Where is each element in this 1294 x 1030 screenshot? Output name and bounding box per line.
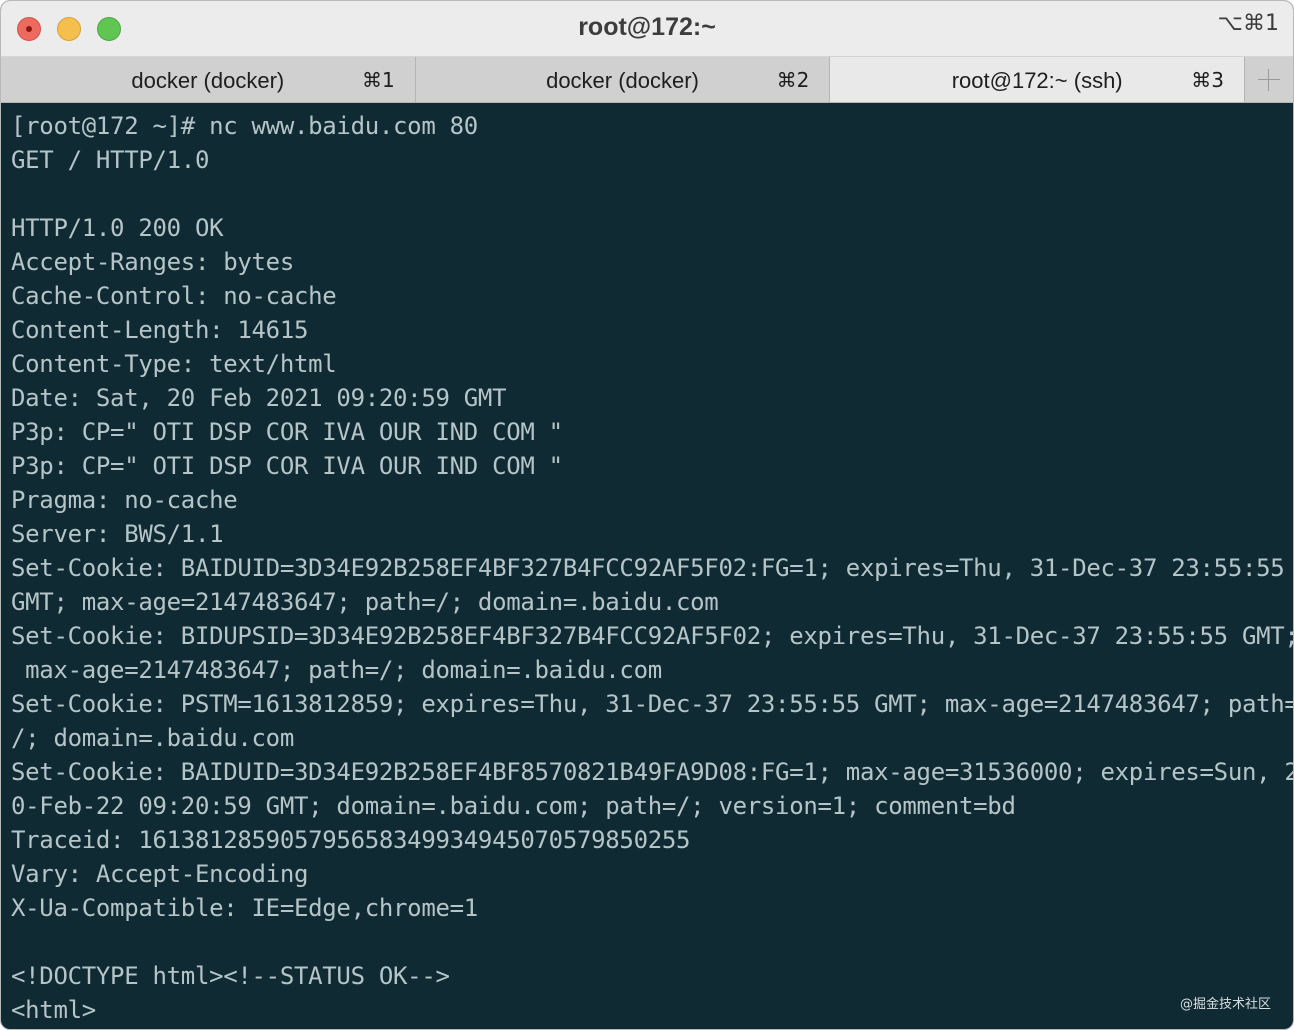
terminal-line: Set-Cookie: PSTM=1613812859; expires=Thu… bbox=[11, 690, 1294, 718]
terminal-line: Accept-Ranges: bytes bbox=[11, 248, 294, 276]
window-shortcut: ⌥⌘1 bbox=[1217, 11, 1279, 36]
tab-docker-2[interactable]: docker (docker) ⌘2 bbox=[415, 57, 831, 102]
terminal-line: [root@172 ~]# nc www.baidu.com 80 bbox=[11, 112, 478, 140]
terminal-line: HTTP/1.0 200 OK bbox=[11, 214, 224, 242]
new-tab-button[interactable] bbox=[1245, 57, 1293, 102]
window-title: root@172:~ bbox=[578, 13, 716, 41]
terminal-line: X-Ua-Compatible: IE=Edge,chrome=1 bbox=[11, 894, 478, 922]
tab-docker-1[interactable]: docker (docker) ⌘1 bbox=[1, 57, 416, 102]
terminal-line: <!DOCTYPE html><!--STATUS OK--> bbox=[11, 962, 450, 990]
terminal-line: GET / HTTP/1.0 bbox=[11, 146, 210, 174]
watermark: @掘金技术社区 bbox=[1179, 997, 1271, 1012]
title-bar: root@172:~ ⌥⌘1 bbox=[1, 1, 1293, 57]
terminal-line: /; domain=.baidu.com bbox=[11, 724, 294, 752]
terminal-line: P3p: CP=" OTI DSP COR IVA OUR IND COM " bbox=[11, 452, 563, 480]
terminal-line: Server: BWS/1.1 bbox=[11, 520, 224, 548]
terminal-line: 0-Feb-22 09:20:59 GMT; domain=.baidu.com… bbox=[11, 792, 1016, 820]
tab-label: root@172:~ (ssh) bbox=[951, 68, 1123, 93]
plus-icon bbox=[1258, 79, 1281, 80]
terminal-line: max-age=2147483647; path=/; domain=.baid… bbox=[11, 656, 662, 684]
terminal-line: Content-Type: text/html bbox=[11, 350, 337, 378]
terminal-line: Set-Cookie: BAIDUID=3D34E92B258EF4BF327B… bbox=[11, 554, 1285, 582]
plus-icon-vertical bbox=[1268, 69, 1270, 91]
terminal-line: Cache-Control: no-cache bbox=[11, 282, 337, 310]
terminal-line: Content-Length: 14615 bbox=[11, 316, 309, 344]
tab-bar: docker (docker) ⌘1 docker (docker) ⌘2 ro… bbox=[1, 57, 1293, 103]
tab-shortcut: ⌘1 bbox=[361, 68, 395, 92]
terminal-output[interactable]: [root@172 ~]# nc www.baidu.com 80 GET / H… bbox=[11, 109, 1294, 1027]
terminal-line: Vary: Accept-Encoding bbox=[11, 860, 309, 888]
terminal-line: Pragma: no-cache bbox=[11, 486, 238, 514]
terminal-window: root@172:~ ⌥⌘1 docker (docker) ⌘1 docker… bbox=[0, 0, 1294, 1030]
tab-shortcut: ⌘2 bbox=[776, 68, 810, 92]
terminal-line: Set-Cookie: BIDUPSID=3D34E92B258EF4BF327… bbox=[11, 622, 1294, 650]
terminal-line: GMT; max-age=2147483647; path=/; domain=… bbox=[11, 588, 719, 616]
terminal-line: P3p: CP=" OTI DSP COR IVA OUR IND COM " bbox=[11, 418, 563, 446]
terminal-line: <html> bbox=[11, 996, 96, 1024]
tab-label: docker (docker) bbox=[546, 68, 699, 93]
tab-label: docker (docker) bbox=[131, 68, 285, 93]
terminal-line: Date: Sat, 20 Feb 2021 09:20:59 GMT bbox=[11, 384, 507, 412]
terminal-line: Set-Cookie: BAIDUID=3D34E92B258EF4BF8570… bbox=[11, 758, 1294, 786]
tab-shortcut: ⌘3 bbox=[1191, 68, 1225, 92]
terminal-line: Traceid: 1613812859057956583499349450705… bbox=[11, 826, 691, 854]
tab-ssh[interactable]: root@172:~ (ssh) ⌘3 bbox=[830, 57, 1246, 102]
